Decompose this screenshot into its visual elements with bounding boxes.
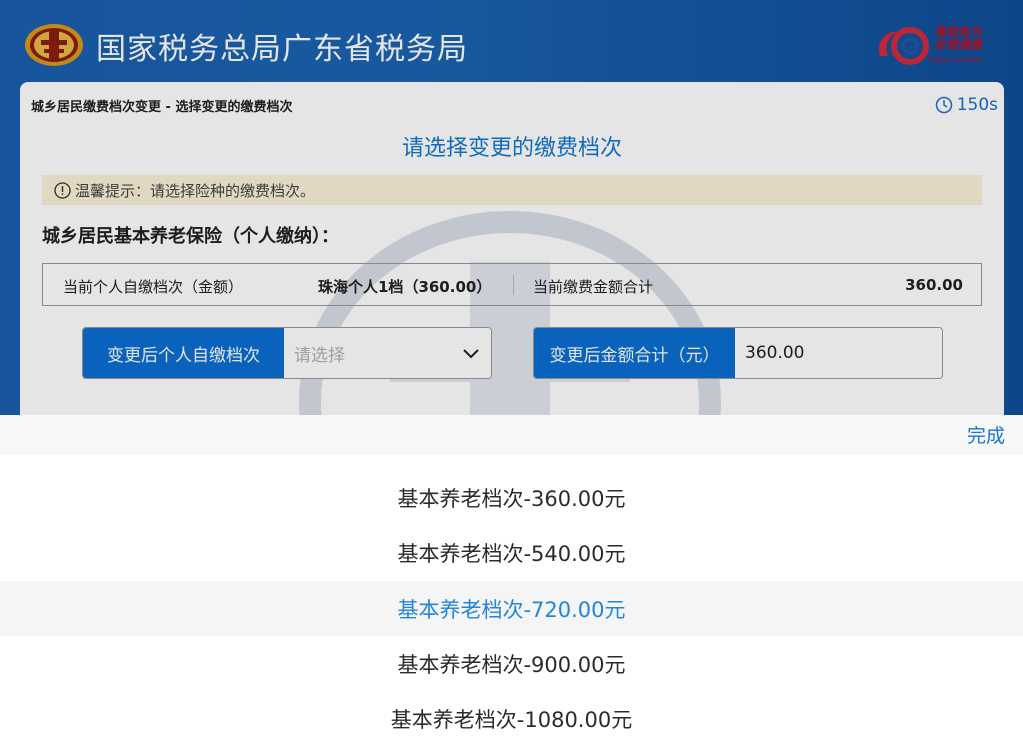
- picker-option[interactable]: 基本养老档次-360.00元: [0, 470, 1023, 525]
- picker-option[interactable]: 基本养老档次-900.00元: [0, 636, 1023, 691]
- picker-option[interactable]: 基本养老档次-540.00元: [0, 525, 1023, 580]
- picker-option-selected[interactable]: 基本养老档次-720.00元: [0, 581, 1023, 636]
- picker-sheet: 完成 基本养老档次-360.00元 基本养老档次-540.00元 基本养老档次-…: [0, 415, 1023, 751]
- picker-option[interactable]: 基本养老档次-1080.00元: [0, 691, 1023, 746]
- done-button[interactable]: 完成: [967, 421, 1005, 448]
- modal-overlay[interactable]: [0, 0, 1023, 415]
- picker-toolbar: 完成: [0, 415, 1023, 455]
